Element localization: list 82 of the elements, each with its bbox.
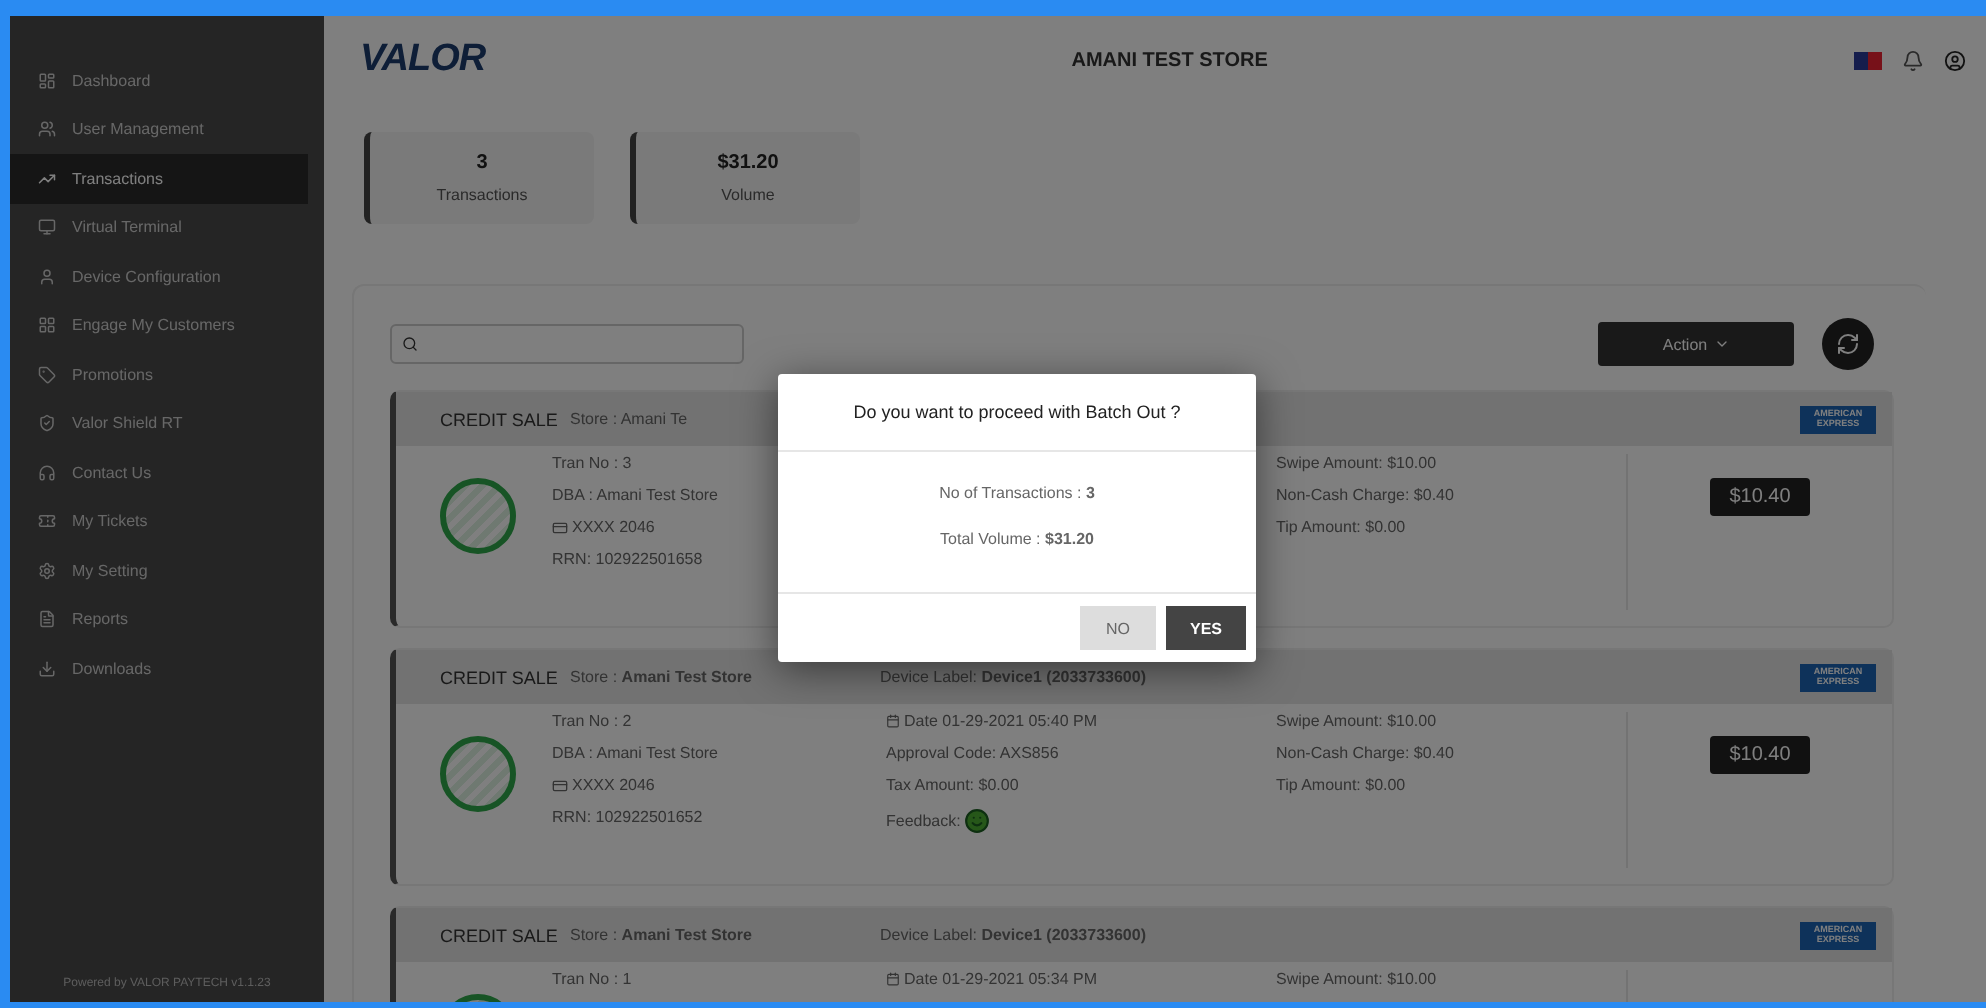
notification-icon[interactable] [1902, 49, 1924, 71]
sidebar-item[interactable]: Transactions [10, 154, 308, 203]
stat-value: $31.20 [717, 152, 779, 174]
users-icon [38, 120, 56, 139]
sidebar-item[interactable]: Engage My Customers [10, 301, 308, 350]
headset-icon [38, 463, 56, 482]
sidebar-item[interactable]: Contact Us [10, 448, 308, 497]
user-icon[interactable] [1944, 49, 1966, 71]
card-icon [552, 519, 568, 535]
caret-icon [1713, 336, 1730, 352]
amount-badge: $10.40 [1709, 736, 1811, 774]
transaction-type: CREDIT SALE [440, 925, 560, 945]
shield-icon [38, 414, 56, 433]
tran-no: Tran No : 1 [552, 970, 634, 988]
stat-value: 3 [476, 152, 488, 174]
swipe-amount: Swipe Amount: $10.00 [1276, 970, 1439, 988]
tran-no: Tran No : 3 [552, 454, 634, 472]
sidebar-item[interactable]: Dashboard [10, 56, 308, 105]
transaction-type: CREDIT SALE [440, 667, 560, 687]
search-field[interactable] [390, 324, 744, 364]
monitor-icon [38, 218, 56, 237]
dba: DBA : Amani Test Store [552, 744, 721, 762]
stat-label: Transactions [436, 186, 528, 204]
rrn: RRN: 102922501652 [552, 808, 705, 826]
document-icon [38, 610, 56, 629]
dialog-text: No of Transactions : 3 [939, 484, 1095, 502]
tran-no: Tran No : 2 [552, 712, 634, 730]
settings-icon [38, 561, 56, 580]
sidebar-item[interactable]: Promotions [10, 350, 308, 399]
sidebar-item[interactable]: User Management [10, 105, 308, 154]
store-label: Store : Amani Te [570, 410, 688, 428]
stat-label: Volume [721, 186, 775, 204]
sidebar-item[interactable]: Reports [10, 595, 308, 644]
sidebar-item[interactable]: My Tickets [10, 497, 308, 546]
feedback: Feedback: [886, 808, 1276, 834]
dashboard-icon [38, 71, 56, 90]
dialog-title: Do you want to proceed with Batch Out ? [778, 374, 1256, 452]
amount-badge: $10.40 [1709, 478, 1811, 516]
tax-amount: Tax Amount: $0.00 [886, 776, 1021, 794]
transaction-type: CREDIT SALE [440, 409, 560, 429]
non-cash-charge: Non-Cash Charge: $0.40 [1276, 486, 1456, 504]
card-number: XXXX 2046 [552, 776, 886, 794]
ticket-icon [38, 512, 56, 531]
sidebar-item[interactable]: Device Configuration [10, 252, 308, 301]
date: Date 01-29-2021 05:34 PM [886, 970, 1276, 988]
approved-stamp-icon [440, 478, 516, 554]
sidebar-item[interactable]: Valor Shield RT [10, 399, 308, 448]
rrn: RRN: 102922501658 [552, 550, 705, 568]
non-cash-charge: Non-Cash Charge: $0.40 [1276, 744, 1456, 762]
user-icon [38, 267, 56, 286]
tag-icon [38, 365, 56, 384]
device-label: Device Label: Device1 (2033733600) [880, 926, 1146, 944]
date: Date 01-29-2021 05:40 PM [886, 712, 1276, 730]
grid-icon [38, 316, 56, 335]
search-icon [402, 336, 418, 352]
store-label: Store : Amani Test Store [570, 668, 752, 686]
dba: DBA : Amani Test Store [552, 486, 721, 504]
download-icon [38, 659, 56, 678]
store-name: AMANI TEST STORE [1069, 49, 1270, 71]
sidebar-item[interactable]: Virtual Terminal [10, 203, 308, 252]
approved-stamp-icon [440, 736, 516, 812]
sidebar-item[interactable]: Downloads [10, 644, 308, 693]
flag-icon[interactable] [1854, 51, 1882, 69]
trend-icon [38, 169, 56, 188]
tip-amount: Tip Amount: $0.00 [1276, 776, 1408, 794]
refresh-icon [1836, 332, 1860, 356]
calendar-icon [886, 972, 900, 986]
smiley-icon [964, 808, 991, 834]
approval-code: Approval Code: AXS856 [886, 744, 1061, 762]
calendar-icon [886, 714, 900, 728]
confirm-button[interactable]: YES [1166, 606, 1246, 650]
cancel-button[interactable]: NO [1080, 606, 1156, 650]
card-icon [552, 777, 568, 793]
swipe-amount: Swipe Amount: $10.00 [1276, 712, 1439, 730]
logo: VALOR [360, 38, 486, 82]
dialog-text: Total Volume : $31.20 [940, 530, 1094, 548]
store-label: Store : Amani Test Store [570, 926, 752, 944]
swipe-amount: Swipe Amount: $10.00 [1276, 454, 1439, 472]
sidebar-item[interactable]: My Setting [10, 546, 308, 595]
action-button[interactable]: Action [1598, 322, 1794, 366]
tip-amount: Tip Amount: $0.00 [1276, 518, 1408, 536]
refresh-button[interactable] [1822, 318, 1874, 370]
